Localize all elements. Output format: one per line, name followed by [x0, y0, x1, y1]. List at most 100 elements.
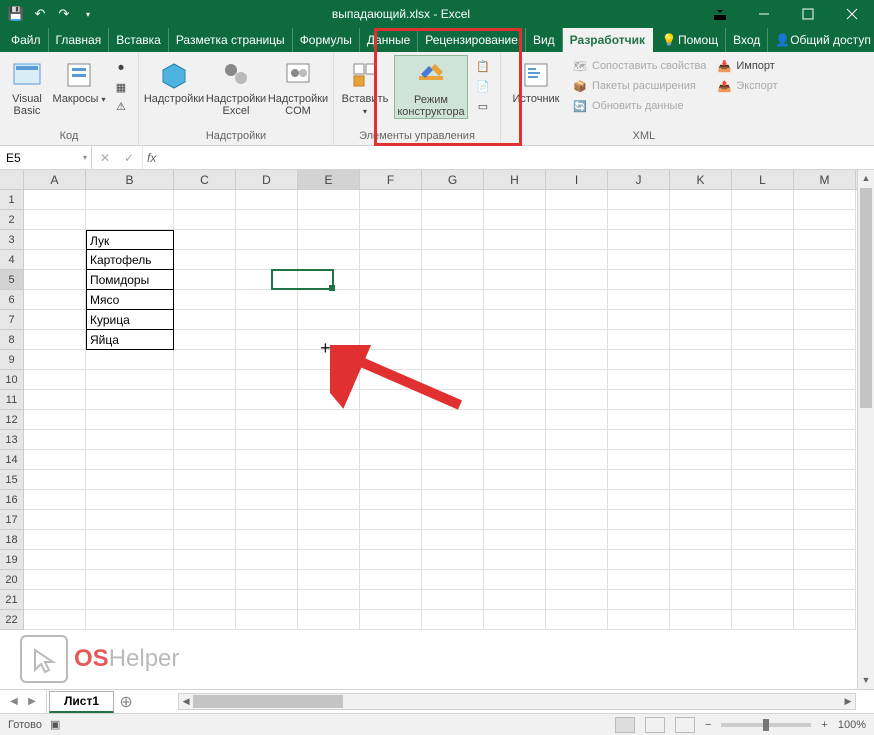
cell[interactable] [236, 590, 298, 610]
cell[interactable] [670, 430, 732, 450]
cell[interactable] [670, 390, 732, 410]
cell[interactable] [174, 510, 236, 530]
cell[interactable] [174, 550, 236, 570]
column-header[interactable]: K [670, 170, 732, 190]
cell[interactable] [174, 270, 236, 290]
cell[interactable] [608, 350, 670, 370]
cell[interactable] [422, 610, 484, 630]
insert-control-button[interactable]: Вставить▾ [340, 55, 390, 117]
cell[interactable] [86, 550, 174, 570]
scroll-left-icon[interactable]: ◀ [179, 694, 193, 709]
cell[interactable] [608, 190, 670, 210]
cell[interactable] [608, 590, 670, 610]
close-button[interactable] [830, 0, 874, 28]
tab-file[interactable]: Файл [4, 28, 49, 52]
cell[interactable] [24, 550, 86, 570]
tab-review[interactable]: Рецензирование [418, 28, 526, 52]
column-header[interactable]: D [236, 170, 298, 190]
cell[interactable] [86, 450, 174, 470]
cell[interactable] [24, 490, 86, 510]
cell[interactable] [732, 190, 794, 210]
cell[interactable] [794, 530, 856, 550]
cell[interactable]: Курица [86, 310, 174, 330]
sheet-nav-next[interactable]: ▶ [24, 696, 40, 707]
cell[interactable] [360, 250, 422, 270]
import-button[interactable]: 📥Импорт [713, 57, 780, 75]
cell[interactable] [174, 370, 236, 390]
cell[interactable] [360, 530, 422, 550]
cell[interactable] [174, 590, 236, 610]
maximize-button[interactable] [786, 0, 830, 28]
cell[interactable] [794, 270, 856, 290]
cell[interactable] [360, 450, 422, 470]
cell[interactable] [794, 610, 856, 630]
cell[interactable] [732, 310, 794, 330]
cell[interactable] [484, 310, 546, 330]
cell[interactable] [670, 510, 732, 530]
cell[interactable] [422, 230, 484, 250]
cell[interactable] [236, 610, 298, 630]
visual-basic-button[interactable]: Visual Basic [6, 55, 48, 117]
minimize-button[interactable] [742, 0, 786, 28]
cell[interactable] [298, 270, 360, 290]
cell[interactable] [24, 370, 86, 390]
cell[interactable] [670, 410, 732, 430]
undo-icon[interactable]: ↶ [32, 6, 48, 22]
cell[interactable] [794, 190, 856, 210]
cell[interactable] [174, 430, 236, 450]
column-header[interactable]: L [732, 170, 794, 190]
column-header[interactable]: B [86, 170, 174, 190]
cell[interactable] [484, 270, 546, 290]
cell[interactable] [298, 310, 360, 330]
cell[interactable] [24, 610, 86, 630]
cell[interactable] [86, 610, 174, 630]
cell[interactable] [484, 510, 546, 530]
cell[interactable] [546, 250, 608, 270]
cell[interactable] [608, 430, 670, 450]
cell[interactable] [732, 370, 794, 390]
cell[interactable] [298, 410, 360, 430]
cell[interactable] [24, 290, 86, 310]
cell[interactable] [484, 550, 546, 570]
cell[interactable] [24, 210, 86, 230]
cell[interactable] [484, 290, 546, 310]
login-button[interactable]: Вход [726, 28, 768, 52]
cell[interactable] [422, 190, 484, 210]
add-sheet-button[interactable]: ⊕ [114, 692, 138, 712]
cell[interactable] [670, 610, 732, 630]
tab-layout[interactable]: Разметка страницы [169, 28, 293, 52]
cell[interactable] [422, 450, 484, 470]
cell[interactable] [732, 250, 794, 270]
cell[interactable] [360, 430, 422, 450]
cell[interactable] [298, 570, 360, 590]
cell[interactable] [24, 470, 86, 490]
cell[interactable] [732, 510, 794, 530]
row-header[interactable]: 5 [0, 270, 24, 290]
cell[interactable] [422, 210, 484, 230]
cell[interactable] [422, 430, 484, 450]
cell[interactable] [24, 530, 86, 550]
cell[interactable] [670, 490, 732, 510]
cell[interactable] [236, 470, 298, 490]
cell[interactable] [298, 590, 360, 610]
run-dialog-button[interactable]: ▭ [472, 97, 494, 115]
share-button[interactable]: 👤 Общий доступ [768, 28, 874, 52]
cell[interactable] [360, 370, 422, 390]
row-header[interactable]: 11 [0, 390, 24, 410]
cell[interactable] [298, 350, 360, 370]
cell[interactable] [670, 310, 732, 330]
cell[interactable] [794, 590, 856, 610]
cell[interactable] [236, 310, 298, 330]
cell[interactable] [422, 530, 484, 550]
cell[interactable] [546, 530, 608, 550]
cell[interactable] [360, 610, 422, 630]
cell[interactable] [360, 570, 422, 590]
column-header[interactable]: G [422, 170, 484, 190]
cell[interactable] [298, 370, 360, 390]
cell[interactable] [608, 530, 670, 550]
cell[interactable] [298, 470, 360, 490]
cell[interactable] [670, 530, 732, 550]
cell[interactable] [236, 350, 298, 370]
cell[interactable] [546, 550, 608, 570]
macros-button[interactable]: Макросы ▾ [52, 55, 106, 105]
